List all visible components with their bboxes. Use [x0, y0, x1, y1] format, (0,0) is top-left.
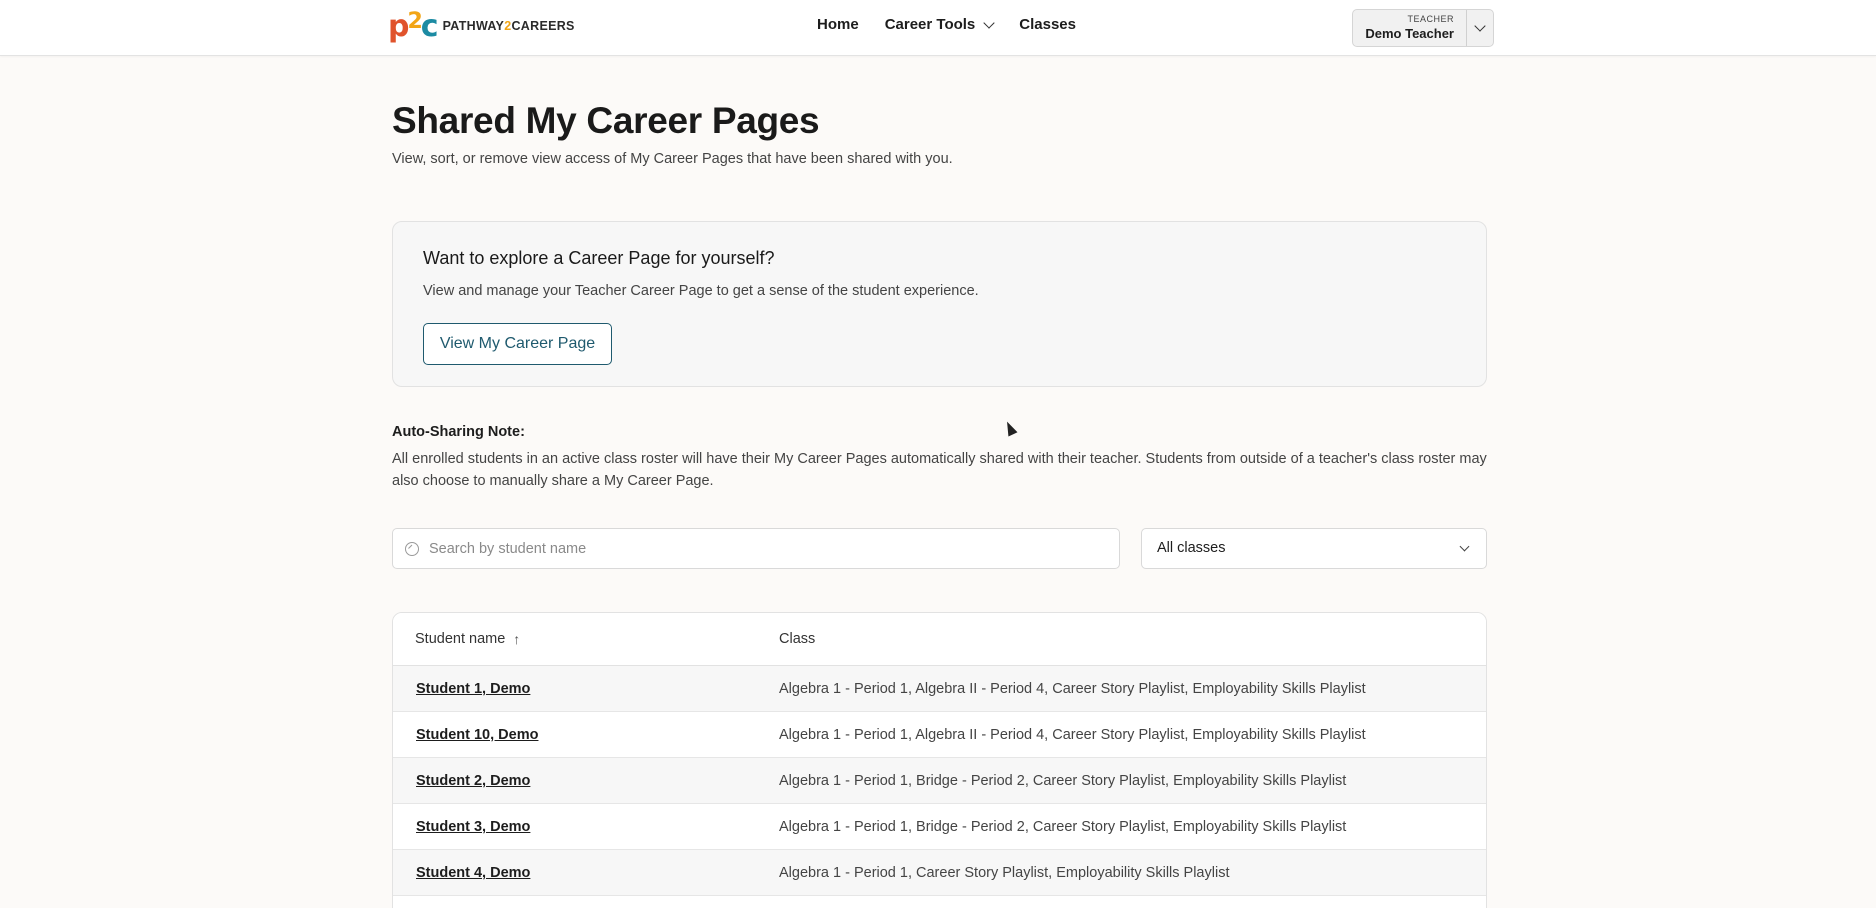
class-filter-select[interactable]: All classes	[1141, 528, 1487, 569]
student-name-link[interactable]: Student 2, Demo	[416, 773, 530, 789]
student-name-link[interactable]: Student 3, Demo	[416, 819, 530, 835]
student-search[interactable]	[392, 528, 1120, 569]
student-classes: Algebra 1 - Period 1, Bridge - Period 2,…	[779, 819, 1347, 835]
nav-home[interactable]: Home	[817, 16, 859, 33]
user-menu[interactable]: TEACHER Demo Teacher	[1352, 9, 1494, 47]
auto-sharing-note-text: All enrolled students in an active class…	[392, 451, 1487, 489]
column-header-class: Class	[779, 631, 816, 647]
student-classes: Algebra 1 - Period 1, Algebra II - Perio…	[779, 727, 1366, 743]
view-my-career-page-button[interactable]: View My Career Page	[423, 323, 612, 365]
table-header: Student name ↑ Class	[393, 613, 1486, 666]
auto-sharing-note-title: Auto-Sharing Note:	[392, 424, 525, 440]
table-row: Student 1, Demo Algebra 1 - Period 1, Al…	[393, 666, 1486, 712]
search-input[interactable]	[429, 529, 1109, 568]
column-header-student-name[interactable]: Student name ↑	[415, 631, 520, 647]
page-subtitle: View, sort, or remove view access of My …	[392, 151, 953, 167]
student-classes: Algebra 1 - Period 1, Career Story Playl…	[779, 865, 1230, 881]
nav-classes[interactable]: Classes	[1019, 16, 1076, 33]
user-menu-toggle[interactable]	[1467, 10, 1493, 46]
top-navigation-bar: p2c PATHWAY2CAREERS Home Career Tools Cl…	[0, 0, 1876, 56]
shared-pages-table: Student name ↑ Class Student 1, Demo Alg…	[392, 612, 1487, 908]
logo-text: PATHWAY2CAREERS	[442, 19, 575, 33]
table-row: Student 4, Demo Algebra 1 - Period 1, Ca…	[393, 850, 1486, 896]
student-name-link[interactable]: Student 1, Demo	[416, 681, 530, 697]
class-filter-value: All classes	[1157, 540, 1226, 556]
card-title: Want to explore a Career Page for yourse…	[423, 248, 775, 268]
logo-mark: p2c	[388, 8, 439, 44]
table-row: Student 3, Demo Algebra 1 - Period 1, Br…	[393, 804, 1486, 850]
page-title: Shared My Career Pages	[392, 100, 820, 141]
student-classes: Algebra 1 - Period 1, Bridge - Period 2,…	[779, 773, 1347, 789]
chevron-down-icon	[1474, 20, 1486, 32]
search-icon	[405, 542, 419, 556]
student-name-link[interactable]: Student 10, Demo	[416, 727, 538, 743]
mouse-cursor-icon	[1002, 419, 1018, 437]
pathway2careers-logo[interactable]: p2c PATHWAY2CAREERS	[388, 8, 575, 44]
chevron-down-icon	[983, 16, 995, 29]
user-name: Demo Teacher	[1365, 26, 1454, 41]
student-classes: Algebra 1 - Period 1, Algebra II - Perio…	[779, 681, 1366, 697]
user-role: TEACHER	[1407, 14, 1454, 24]
table-row: Student 2, Demo Algebra 1 - Period 1, Br…	[393, 758, 1486, 804]
teacher-career-page-card: Want to explore a Career Page for yourse…	[392, 221, 1487, 387]
user-info[interactable]: TEACHER Demo Teacher	[1353, 10, 1467, 46]
table-row: Student 10, Demo Algebra 1 - Period 1, A…	[393, 712, 1486, 758]
student-name-link[interactable]: Student 4, Demo	[416, 865, 530, 881]
nav-career-tools[interactable]: Career Tools	[885, 16, 995, 33]
sort-ascending-icon: ↑	[513, 631, 521, 647]
chevron-down-icon	[1459, 541, 1470, 552]
card-description: View and manage your Teacher Career Page…	[423, 283, 979, 299]
main-nav: Home Career Tools Classes	[817, 16, 1076, 33]
